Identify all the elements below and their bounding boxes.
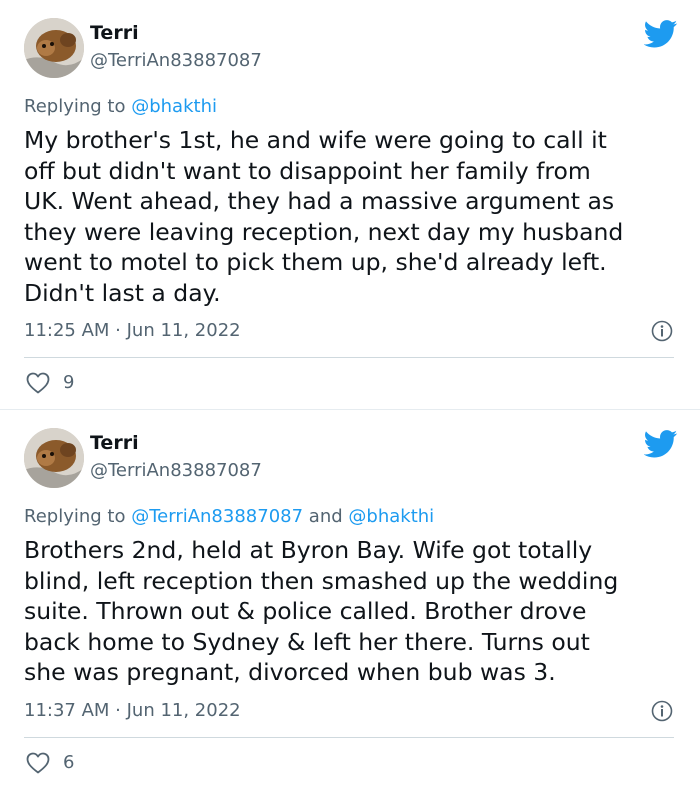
reply-and: and [308, 506, 343, 527]
author-handle[interactable]: @TerriAn83887087 [90, 460, 262, 481]
tweet-card: Terri @TerriAn83887087 Replying to @Terr… [0, 410, 700, 790]
tweet-text-line: she was pregnant, divorced when bub was … [24, 658, 556, 686]
twitter-bird-icon[interactable] [644, 430, 678, 458]
tweet-text-line: off but didn't want to disappoint her fa… [24, 156, 591, 185]
tweet-text-line: suite. Thrown out & police called. Broth… [24, 597, 587, 625]
reply-mention[interactable]: @TerriAn83887087 [131, 506, 303, 527]
tweet-text: My brother's 1st, he and wife were going… [24, 125, 684, 308]
reply-mention[interactable]: @bhakthi [131, 96, 217, 117]
avatar-image [24, 428, 84, 488]
divider [24, 737, 674, 738]
replying-to: Replying to @TerriAn83887087 and @bhakth… [24, 506, 434, 527]
heart-icon[interactable] [26, 752, 50, 774]
reply-prefix: Replying to [24, 506, 126, 527]
tweet-text-line: My brother's 1st, he and wife were going… [24, 126, 607, 154]
reply-prefix: Replying to [24, 96, 126, 117]
timestamp[interactable]: 11:37 AM · Jun 11, 2022 [24, 700, 241, 721]
author-handle[interactable]: @TerriAn83887087 [90, 50, 262, 71]
replying-to: Replying to @bhakthi [24, 96, 217, 117]
avatar[interactable] [24, 18, 84, 78]
author-name[interactable]: Terri [90, 432, 139, 454]
like-count: 6 [63, 752, 75, 773]
info-icon[interactable] [651, 700, 673, 722]
tweet-text-line: UK. Went ahead, they had a massive argum… [24, 187, 615, 215]
divider [24, 357, 674, 358]
tweet-text-line: blind, left reception then smashed up th… [24, 566, 619, 595]
tweet-text-line: Didn't last a day. [24, 278, 221, 307]
heart-icon[interactable] [26, 372, 50, 394]
reply-mention[interactable]: @bhakthi [348, 506, 434, 527]
author-name[interactable]: Terri [90, 22, 139, 44]
tweet-text-line: went to motel to pick them up, she'd alr… [24, 248, 607, 276]
tweet-text-line: Brothers 2nd, held at Byron Bay. Wife go… [24, 536, 593, 564]
tweet-text-line: back home to Sydney & left her there. Tu… [24, 627, 590, 656]
avatar-image [24, 18, 84, 78]
tweet-text: Brothers 2nd, held at Byron Bay. Wife go… [24, 535, 684, 688]
timestamp[interactable]: 11:25 AM · Jun 11, 2022 [24, 320, 241, 341]
twitter-bird-icon[interactable] [644, 20, 678, 48]
info-icon[interactable] [651, 320, 673, 342]
tweet-text-line: they were leaving reception, next day my… [24, 217, 624, 246]
tweet-card: Terri @TerriAn83887087 Replying to @bhak… [0, 0, 700, 410]
avatar[interactable] [24, 428, 84, 488]
like-count: 9 [63, 372, 75, 393]
